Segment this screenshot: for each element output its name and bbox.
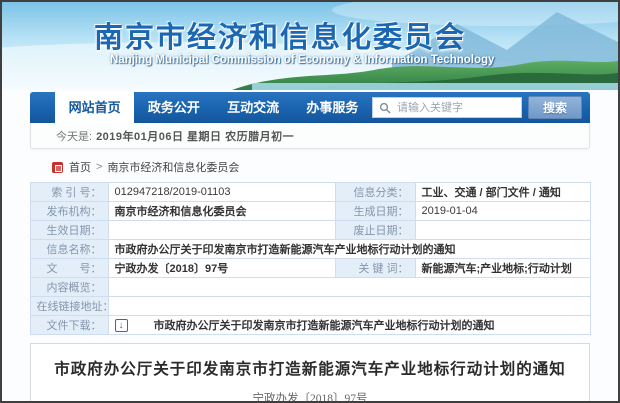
download-icon[interactable]: ↓: [115, 319, 128, 332]
table-row: 文件下载： ↓ 市政府办公厅关于印发南京市打造新能源汽车产业地标行动计划的通知: [30, 316, 590, 335]
download-label: 文件下载：: [30, 316, 108, 335]
table-row: 发布机构： 南京市经济和信息化委员会 生成日期： 2019-01-04: [30, 202, 590, 221]
tab-gov-affairs[interactable]: 政务公开: [134, 92, 213, 123]
search-area: 搜索: [372, 96, 590, 119]
table-row: 文 号： 宁政办发〔2018〕97号 关 键 词： 新能源汽车;产业地标;行动计…: [30, 259, 590, 278]
info-name-value: 市政府办公厅关于印发南京市打造新能源汽车产业地标行动计划的通知: [108, 240, 590, 259]
article-title: 市政府办公厅关于印发南京市打造新能源汽车产业地标行动计划的通知: [31, 357, 589, 379]
breadcrumb-separator: >: [96, 161, 102, 173]
date-prefix: 今天是:: [56, 128, 92, 144]
expire-date-label: 废止日期：: [335, 221, 415, 240]
table-row: 生效日期： 废止日期：: [30, 221, 590, 240]
index-number-value: 012947218/2019-01103: [108, 183, 335, 202]
search-box: [372, 97, 522, 118]
table-row: 信息名称： 市政府办公厅关于印发南京市打造新能源汽车产业地标行动计划的通知: [30, 240, 590, 259]
table-row: 内容概览：: [30, 278, 590, 297]
breadcrumb-home-icon: [52, 162, 63, 173]
info-name-label: 信息名称：: [30, 240, 108, 259]
summary-label: 内容概览：: [30, 278, 108, 297]
breadcrumb-current[interactable]: 南京市经济和信息化委员会: [107, 159, 239, 175]
page: 南京市经济和信息化委员会 Nanjing Municipal Commissio…: [0, 0, 620, 403]
tab-services[interactable]: 办事服务: [293, 92, 372, 123]
content-area: 首页 > 南京市经济和信息化委员会 索 引 号： 012947218/2019-…: [2, 149, 618, 403]
header-banner: 南京市经济和信息化委员会 Nanjing Municipal Commissio…: [2, 2, 618, 90]
effective-date-value: [108, 221, 335, 240]
breadcrumb-home-link[interactable]: 首页: [69, 159, 91, 175]
search-button[interactable]: 搜索: [528, 96, 582, 119]
category-value: 工业、交通 / 部门文件 / 通知: [415, 183, 590, 202]
tab-interaction[interactable]: 互动交流: [214, 92, 293, 123]
download-file-link[interactable]: 市政府办公厅关于印发南京市打造新能源汽车产业地标行动计划的通知: [154, 317, 495, 333]
online-link-label: 在线链接地址：: [30, 297, 108, 316]
search-icon: [379, 102, 391, 114]
date-value: 2019年01月06日 星期日 农历腊月初一: [96, 128, 294, 144]
table-row: 索 引 号： 012947218/2019-01103 信息分类： 工业、交通 …: [30, 183, 590, 202]
info-disclosure-table: 索 引 号： 012947218/2019-01103 信息分类： 工业、交通 …: [30, 182, 591, 335]
site-title: 南京市经济和信息化委员会: [94, 14, 466, 56]
keywords-value: 新能源汽车;产业地标;行动计划: [415, 259, 590, 278]
expire-date-value: [415, 221, 590, 240]
date-bar: 今天是: 2019年01月06日 星期日 农历腊月初一: [30, 123, 590, 149]
breadcrumb: 首页 > 南京市经济和信息化委员会: [30, 159, 590, 175]
category-label: 信息分类：: [335, 183, 415, 202]
publisher-value: 南京市经济和信息化委员会: [108, 202, 335, 221]
download-cell: ↓ 市政府办公厅关于印发南京市打造新能源汽车产业地标行动计划的通知: [115, 317, 584, 333]
doc-number-label: 文 号：: [30, 259, 108, 278]
doc-number-value: 宁政办发〔2018〕97号: [108, 259, 335, 278]
effective-date-label: 生效日期：: [30, 221, 108, 240]
tab-home[interactable]: 网站首页: [55, 92, 134, 123]
created-date-value: 2019-01-04: [415, 202, 590, 221]
online-link-value: [108, 297, 590, 316]
article-box: 市政府办公厅关于印发南京市打造新能源汽车产业地标行动计划的通知 宁政办发〔201…: [30, 343, 590, 403]
created-date-label: 生成日期：: [335, 202, 415, 221]
summary-value: [108, 278, 590, 297]
publisher-label: 发布机构：: [30, 202, 108, 221]
keywords-label: 关 键 词：: [335, 259, 415, 278]
index-number-label: 索 引 号：: [30, 183, 108, 202]
site-subtitle-english: Nanjing Municipal Commission of Economy …: [110, 54, 494, 66]
search-input[interactable]: [373, 99, 521, 118]
article-doc-number: 宁政办发〔2018〕97号: [31, 390, 589, 403]
main-nav: 网站首页 政务公开 互动交流 办事服务 搜索: [30, 92, 590, 123]
table-row: 在线链接地址：: [30, 297, 590, 316]
